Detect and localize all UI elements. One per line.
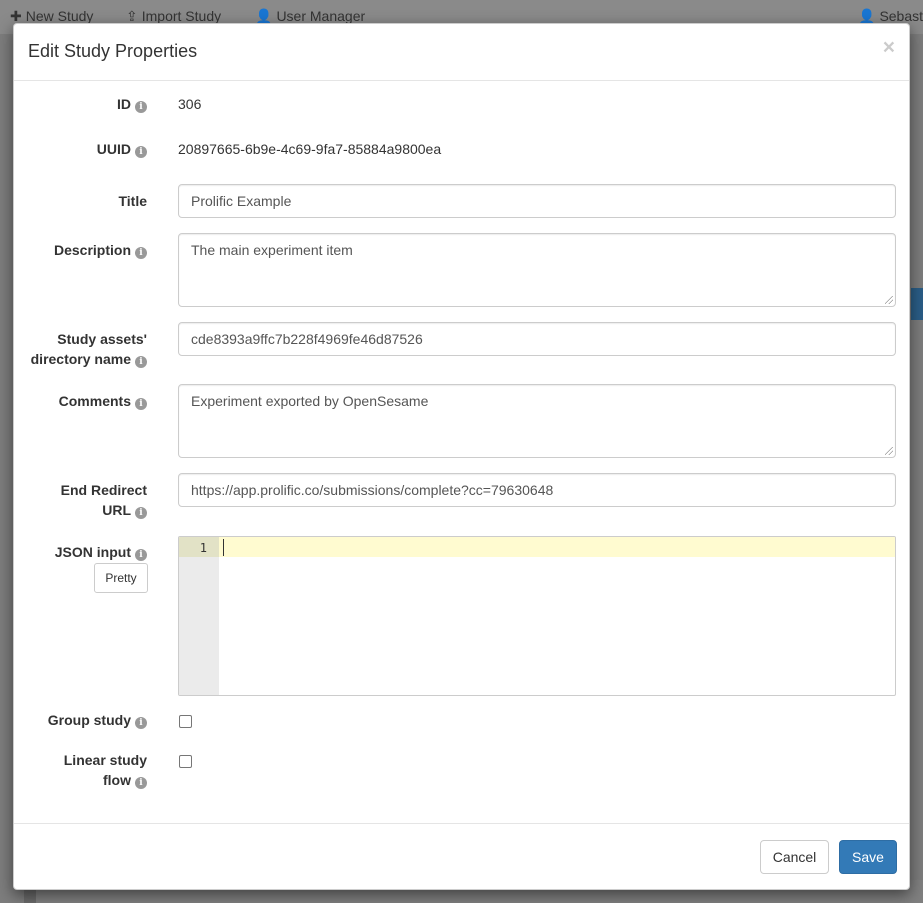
plus-icon: ✚ <box>10 8 22 24</box>
pretty-button[interactable]: Pretty <box>94 563 148 593</box>
description-textarea[interactable]: The main experiment item <box>178 233 896 307</box>
user-icon: 👤 <box>858 8 876 24</box>
json-input-label: JSON input i <box>55 542 147 562</box>
title-input[interactable]: Prolific Example <box>178 184 896 218</box>
info-icon[interactable]: i <box>135 398 147 410</box>
editor-cursor <box>223 539 224 556</box>
resize-handle-icon[interactable] <box>885 447 893 455</box>
editor-gutter <box>179 537 219 695</box>
end-redirect-label-line2: URL i <box>102 500 147 520</box>
user-icon: 👤 <box>255 8 273 24</box>
id-label: ID i <box>117 94 147 114</box>
cancel-button[interactable]: Cancel <box>760 840 829 874</box>
description-label: Description i <box>54 240 147 260</box>
end-redirect-label: End Redirect <box>60 482 147 498</box>
import-icon: ⇪ <box>126 8 138 24</box>
uuid-value: 20897665-6b9e-4c69-9fa7-85884a9800ea <box>178 141 442 157</box>
id-value: 306 <box>178 96 202 112</box>
modal-title: Edit Study Properties <box>28 41 198 61</box>
close-icon[interactable]: × <box>883 37 895 58</box>
save-button[interactable]: Save <box>839 840 897 874</box>
info-icon[interactable]: i <box>135 146 147 158</box>
info-icon[interactable]: i <box>135 507 147 519</box>
modal-footer: Cancel Save <box>14 823 909 889</box>
linear-flow-label: Linear study <box>63 752 147 768</box>
info-icon[interactable]: i <box>135 247 147 259</box>
info-icon[interactable]: i <box>135 777 147 789</box>
modal-header: Edit Study Properties × <box>14 24 909 81</box>
json-code-editor[interactable]: 1 <box>178 536 896 696</box>
group-study-label: Group study i <box>48 710 147 730</box>
linear-flow-checkbox[interactable] <box>179 755 192 768</box>
info-icon[interactable]: i <box>135 549 147 561</box>
uuid-label: UUID i <box>97 139 147 159</box>
assets-dir-input[interactable]: cde8393a9ffc7b228f4969fe46d87526 <box>178 322 896 356</box>
assets-dir-label: Study assets' <box>57 331 147 347</box>
group-study-checkbox[interactable] <box>179 715 192 728</box>
title-label: Title <box>118 193 147 209</box>
info-icon[interactable]: i <box>135 356 147 368</box>
info-icon[interactable]: i <box>135 717 147 729</box>
end-redirect-url-input[interactable]: https://app.prolific.co/submissions/comp… <box>178 473 896 507</box>
resize-handle-icon[interactable] <box>885 296 893 304</box>
editor-active-line <box>179 537 895 557</box>
edit-study-properties-modal: Edit Study Properties × ID i 306 UUID i 20… <box>13 23 910 890</box>
comments-label: Comments i <box>59 391 147 411</box>
assets-dir-label-line2: directory name i <box>31 349 147 369</box>
comments-textarea[interactable]: Experiment exported by OpenSesame <box>178 384 896 458</box>
editor-line-number: 1 <box>199 541 207 555</box>
linear-flow-label-line2: flow i <box>103 770 147 790</box>
background-button-fragment <box>911 288 923 320</box>
info-icon[interactable]: i <box>135 101 147 113</box>
